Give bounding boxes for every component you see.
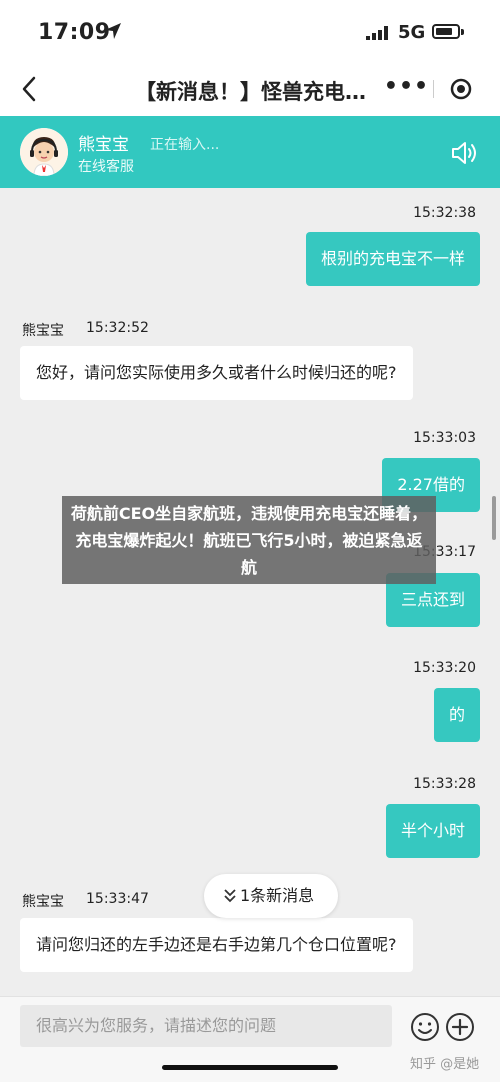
back-chevron-icon[interactable] <box>18 74 40 104</box>
home-indicator[interactable] <box>162 1065 338 1070</box>
watermark: 知乎 @是她 <box>410 1057 480 1072</box>
agent-status: 在线客服 <box>78 159 134 175</box>
new-message-pill[interactable]: 1条新消息 <box>204 874 338 918</box>
status-time: 17:09 <box>38 20 111 45</box>
new-message-label: 1条新消息 <box>240 886 315 905</box>
battery-cap <box>461 29 464 35</box>
add-icon[interactable] <box>445 1012 475 1042</box>
capsule-divider <box>433 80 434 98</box>
battery-icon <box>432 24 460 39</box>
message-bubble-incoming[interactable]: 您好，请问您实际使用多久或者什么时候归还的呢? <box>20 346 413 400</box>
signal-icon <box>366 26 388 40</box>
page-title: 【新消息！】怪兽充电… <box>135 80 366 104</box>
agent-header: 熊宝宝 正在输入... 在线客服 <box>0 116 500 188</box>
more-button[interactable]: ••• <box>380 70 433 108</box>
network-type: 5G <box>398 22 426 43</box>
capsule-menu: ••• <box>380 70 486 108</box>
status-bar: 17:09 5G <box>0 0 500 62</box>
speaker-icon[interactable] <box>450 140 480 166</box>
double-chevron-down-icon <box>224 889 236 903</box>
typing-indicator: 正在输入... <box>150 137 220 153</box>
agent-avatar-icon <box>20 128 68 176</box>
news-caption-overlay: 荷航前CEO坐自家航班，违规使用充电宝还睡着，充电宝爆炸起火！航班已飞行5小时，… <box>62 496 436 584</box>
chat-scrollbar[interactable] <box>492 496 496 540</box>
message-time: 15:33:28 <box>413 776 476 792</box>
emoji-icon[interactable] <box>410 1012 440 1042</box>
message-bubble-outgoing[interactable]: 根别的充电宝不一样 <box>305 232 480 286</box>
message-time: 15:33:03 <box>413 430 476 446</box>
message-time: 15:32:38 <box>413 205 476 221</box>
agent-avatar <box>20 128 68 176</box>
message-input[interactable]: 很高兴为您服务，请描述您的问题 <box>20 1005 392 1047</box>
location-arrow-icon <box>105 23 121 39</box>
message-sender: 熊宝宝 <box>22 323 64 339</box>
message-sender: 熊宝宝 <box>22 894 64 910</box>
nav-bar: 【新消息！】怪兽充电… ••• <box>0 62 500 116</box>
agent-name: 熊宝宝 <box>78 135 129 155</box>
message-bubble-outgoing[interactable]: 半个小时 <box>385 804 480 858</box>
close-mini-program-icon[interactable] <box>450 78 472 100</box>
message-bubble-outgoing[interactable]: 的 <box>433 688 480 742</box>
message-time: 15:33:20 <box>413 660 476 676</box>
message-time: 15:32:52 <box>86 320 149 336</box>
message-time: 15:33:47 <box>86 891 149 907</box>
input-bar: 很高兴为您服务，请描述您的问题 知乎 @是她 <box>0 996 500 1082</box>
message-bubble-incoming[interactable]: 请问您归还的左手边还是右手边第几个仓口位置呢? <box>20 918 413 972</box>
